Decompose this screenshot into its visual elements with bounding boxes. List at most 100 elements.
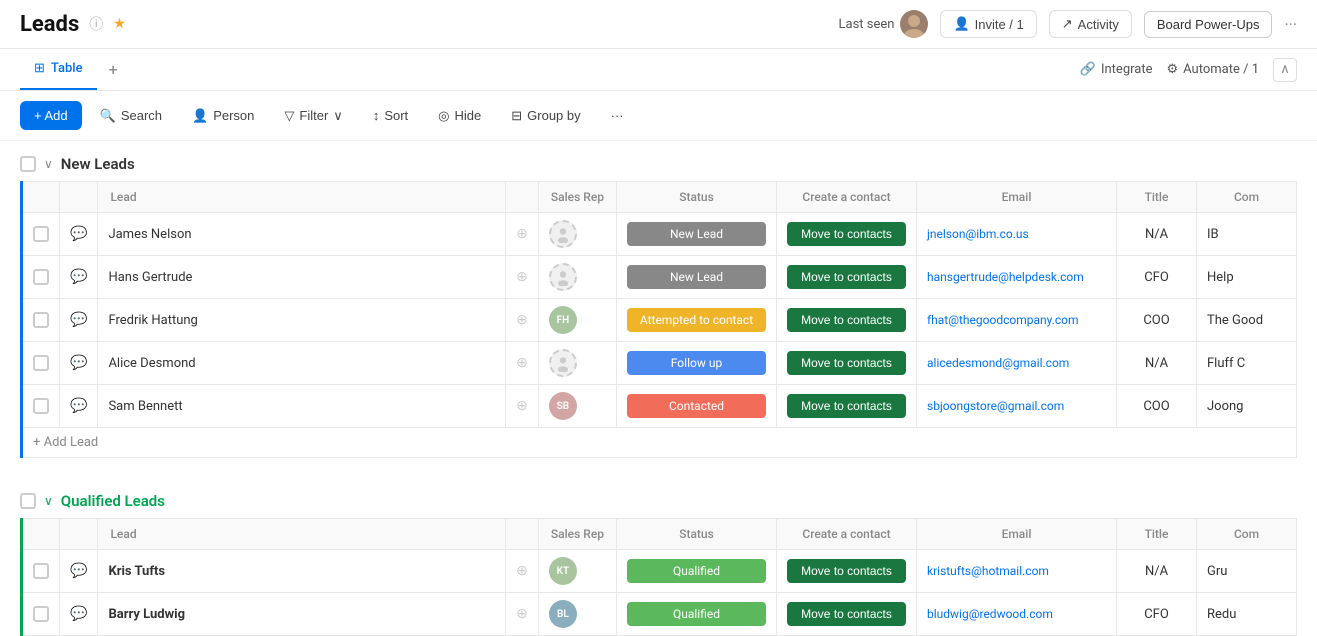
- row-add-icon[interactable]: ⊕: [516, 226, 528, 242]
- table-row: 💬 Fredrik Hattung ⊕ FH Attempted to cont…: [22, 299, 1297, 342]
- row-add-icon[interactable]: ⊕: [516, 312, 528, 328]
- status-badge[interactable]: Follow up: [627, 351, 766, 375]
- header-more-icon[interactable]: ···: [1284, 15, 1297, 34]
- new-leads-chevron-icon[interactable]: ∨: [44, 157, 53, 171]
- new-leads-header: ∨ New Leads: [0, 141, 1317, 181]
- filter-icon: ▽: [284, 108, 294, 124]
- new-leads-group-checkbox[interactable]: [20, 156, 36, 172]
- more-options-button[interactable]: ···: [599, 102, 636, 129]
- toolbar: + Add 🔍 Search 👤 Person ▽ Filter ∨ ↕ Sor…: [0, 91, 1317, 141]
- move-to-contacts-button[interactable]: Move to contacts: [787, 351, 906, 375]
- email-link[interactable]: alicedesmond@gmail.com: [927, 356, 1069, 370]
- company-value: Fluff C: [1207, 356, 1245, 371]
- tab-bar: ⊞ Table + 🔗 Integrate ⚙ Automate / 1 ∧: [0, 49, 1317, 91]
- row-comment-icon[interactable]: 💬: [70, 355, 87, 371]
- invite-button[interactable]: 👤 Invite / 1: [940, 10, 1036, 38]
- status-badge[interactable]: New Lead: [627, 222, 766, 246]
- move-to-contacts-button[interactable]: Move to contacts: [787, 222, 906, 246]
- qualified-leads-group: ∨ Qualified Leads Lead Sales Rep Status …: [0, 478, 1317, 636]
- status-badge[interactable]: New Lead: [627, 265, 766, 289]
- email-link[interactable]: hansgertrude@helpdesk.com: [927, 270, 1084, 284]
- move-to-contacts-button[interactable]: Move to contacts: [787, 265, 906, 289]
- info-icon[interactable]: ⓘ: [89, 14, 103, 34]
- company-value: Redu: [1207, 607, 1236, 622]
- th-checkbox: [22, 182, 60, 213]
- filter-chevron-icon: ∨: [333, 108, 343, 124]
- table-icon: ⊞: [34, 61, 45, 76]
- th-ql-icon2: [506, 519, 539, 550]
- group-by-button[interactable]: ⊟ Group by: [499, 102, 592, 130]
- row-checkbox[interactable]: [33, 269, 49, 285]
- add-tab-button[interactable]: +: [101, 52, 126, 87]
- th-ql-title: Title: [1117, 519, 1197, 550]
- filter-button[interactable]: ▽ Filter ∨: [272, 102, 354, 130]
- move-to-contacts-button[interactable]: Move to contacts: [787, 559, 906, 583]
- search-button[interactable]: 🔍 Search: [88, 102, 174, 130]
- email-link[interactable]: kristufts@hotmail.com: [927, 564, 1049, 578]
- lead-name: Barry Ludwig: [108, 607, 185, 622]
- status-badge[interactable]: Qualified: [627, 559, 766, 583]
- row-comment-icon[interactable]: 💬: [70, 606, 87, 622]
- activity-icon: ↗: [1062, 16, 1073, 32]
- move-to-contacts-button[interactable]: Move to contacts: [787, 394, 906, 418]
- th-email: Email: [917, 182, 1117, 213]
- collapse-button[interactable]: ∧: [1273, 58, 1297, 82]
- qualified-leads-chevron-icon[interactable]: ∨: [44, 494, 53, 508]
- board-power-button[interactable]: Board Power-Ups: [1144, 11, 1273, 38]
- move-to-contacts-button[interactable]: Move to contacts: [787, 308, 906, 332]
- row-checkbox[interactable]: [33, 355, 49, 371]
- row-comment-icon[interactable]: 💬: [70, 398, 87, 414]
- row-add-icon[interactable]: ⊕: [516, 563, 528, 579]
- row-add-icon[interactable]: ⊕: [516, 269, 528, 285]
- email-link[interactable]: jnelson@ibm.co.us: [927, 227, 1029, 241]
- lead-name: Sam Bennett: [108, 399, 182, 414]
- th-ql-lead: Lead: [98, 519, 506, 550]
- row-add-icon[interactable]: ⊕: [516, 398, 528, 414]
- add-button[interactable]: + Add: [20, 101, 82, 130]
- row-add-icon[interactable]: ⊕: [516, 355, 528, 371]
- th-status: Status: [617, 182, 777, 213]
- person-filter-button[interactable]: 👤 Person: [180, 102, 266, 130]
- sort-button[interactable]: ↕ Sort: [361, 102, 420, 129]
- th-ql-icon: [60, 519, 98, 550]
- row-add-icon[interactable]: ⊕: [516, 606, 528, 622]
- add-lead-button[interactable]: + Add Lead: [33, 435, 98, 450]
- title-value: COO: [1143, 399, 1169, 414]
- page-title: Leads: [20, 12, 79, 37]
- row-checkbox[interactable]: [33, 563, 49, 579]
- automate-icon: ⚙: [1166, 62, 1178, 77]
- email-link[interactable]: fhat@thegoodcompany.com: [927, 313, 1079, 327]
- sort-icon: ↕: [373, 108, 380, 123]
- row-comment-icon[interactable]: 💬: [70, 269, 87, 285]
- tab-table[interactable]: ⊞ Table: [20, 49, 97, 90]
- email-link[interactable]: sbjoongstore@gmail.com: [927, 399, 1064, 413]
- row-comment-icon[interactable]: 💬: [70, 563, 87, 579]
- status-badge[interactable]: Qualified: [627, 602, 766, 626]
- qualified-leads-group-checkbox[interactable]: [20, 493, 36, 509]
- row-checkbox[interactable]: [33, 398, 49, 414]
- hide-button[interactable]: ◎ Hide: [426, 102, 493, 130]
- table-row: 💬 James Nelson ⊕ New Lead Move to contac…: [22, 213, 1297, 256]
- activity-button[interactable]: ↗ Activity: [1049, 10, 1132, 38]
- row-checkbox[interactable]: [33, 312, 49, 328]
- move-to-contacts-button[interactable]: Move to contacts: [787, 602, 906, 626]
- integrate-button[interactable]: 🔗 Integrate: [1080, 62, 1153, 77]
- row-checkbox[interactable]: [33, 226, 49, 242]
- status-badge[interactable]: Attempted to contact: [627, 308, 766, 332]
- row-comment-icon[interactable]: 💬: [70, 226, 87, 242]
- star-icon[interactable]: ★: [113, 16, 126, 32]
- th-ql-checkbox: [22, 519, 60, 550]
- automate-button[interactable]: ⚙ Automate / 1: [1166, 62, 1259, 77]
- qualified-leads-title: Qualified Leads: [61, 492, 165, 510]
- row-checkbox[interactable]: [33, 606, 49, 622]
- row-comment-icon[interactable]: 💬: [70, 312, 87, 328]
- email-link[interactable]: bludwig@redwood.com: [927, 607, 1053, 621]
- company-value: The Good: [1207, 313, 1263, 328]
- title-value: CFO: [1144, 607, 1169, 622]
- th-lead: Lead: [98, 182, 506, 213]
- user-avatar: [900, 10, 928, 38]
- table-row: 💬 Barry Ludwig ⊕ BL Qualified Move to co…: [22, 593, 1297, 636]
- lead-name: James Nelson: [108, 227, 191, 242]
- status-badge[interactable]: Contacted: [627, 394, 766, 418]
- person-icon: 👤: [953, 16, 969, 32]
